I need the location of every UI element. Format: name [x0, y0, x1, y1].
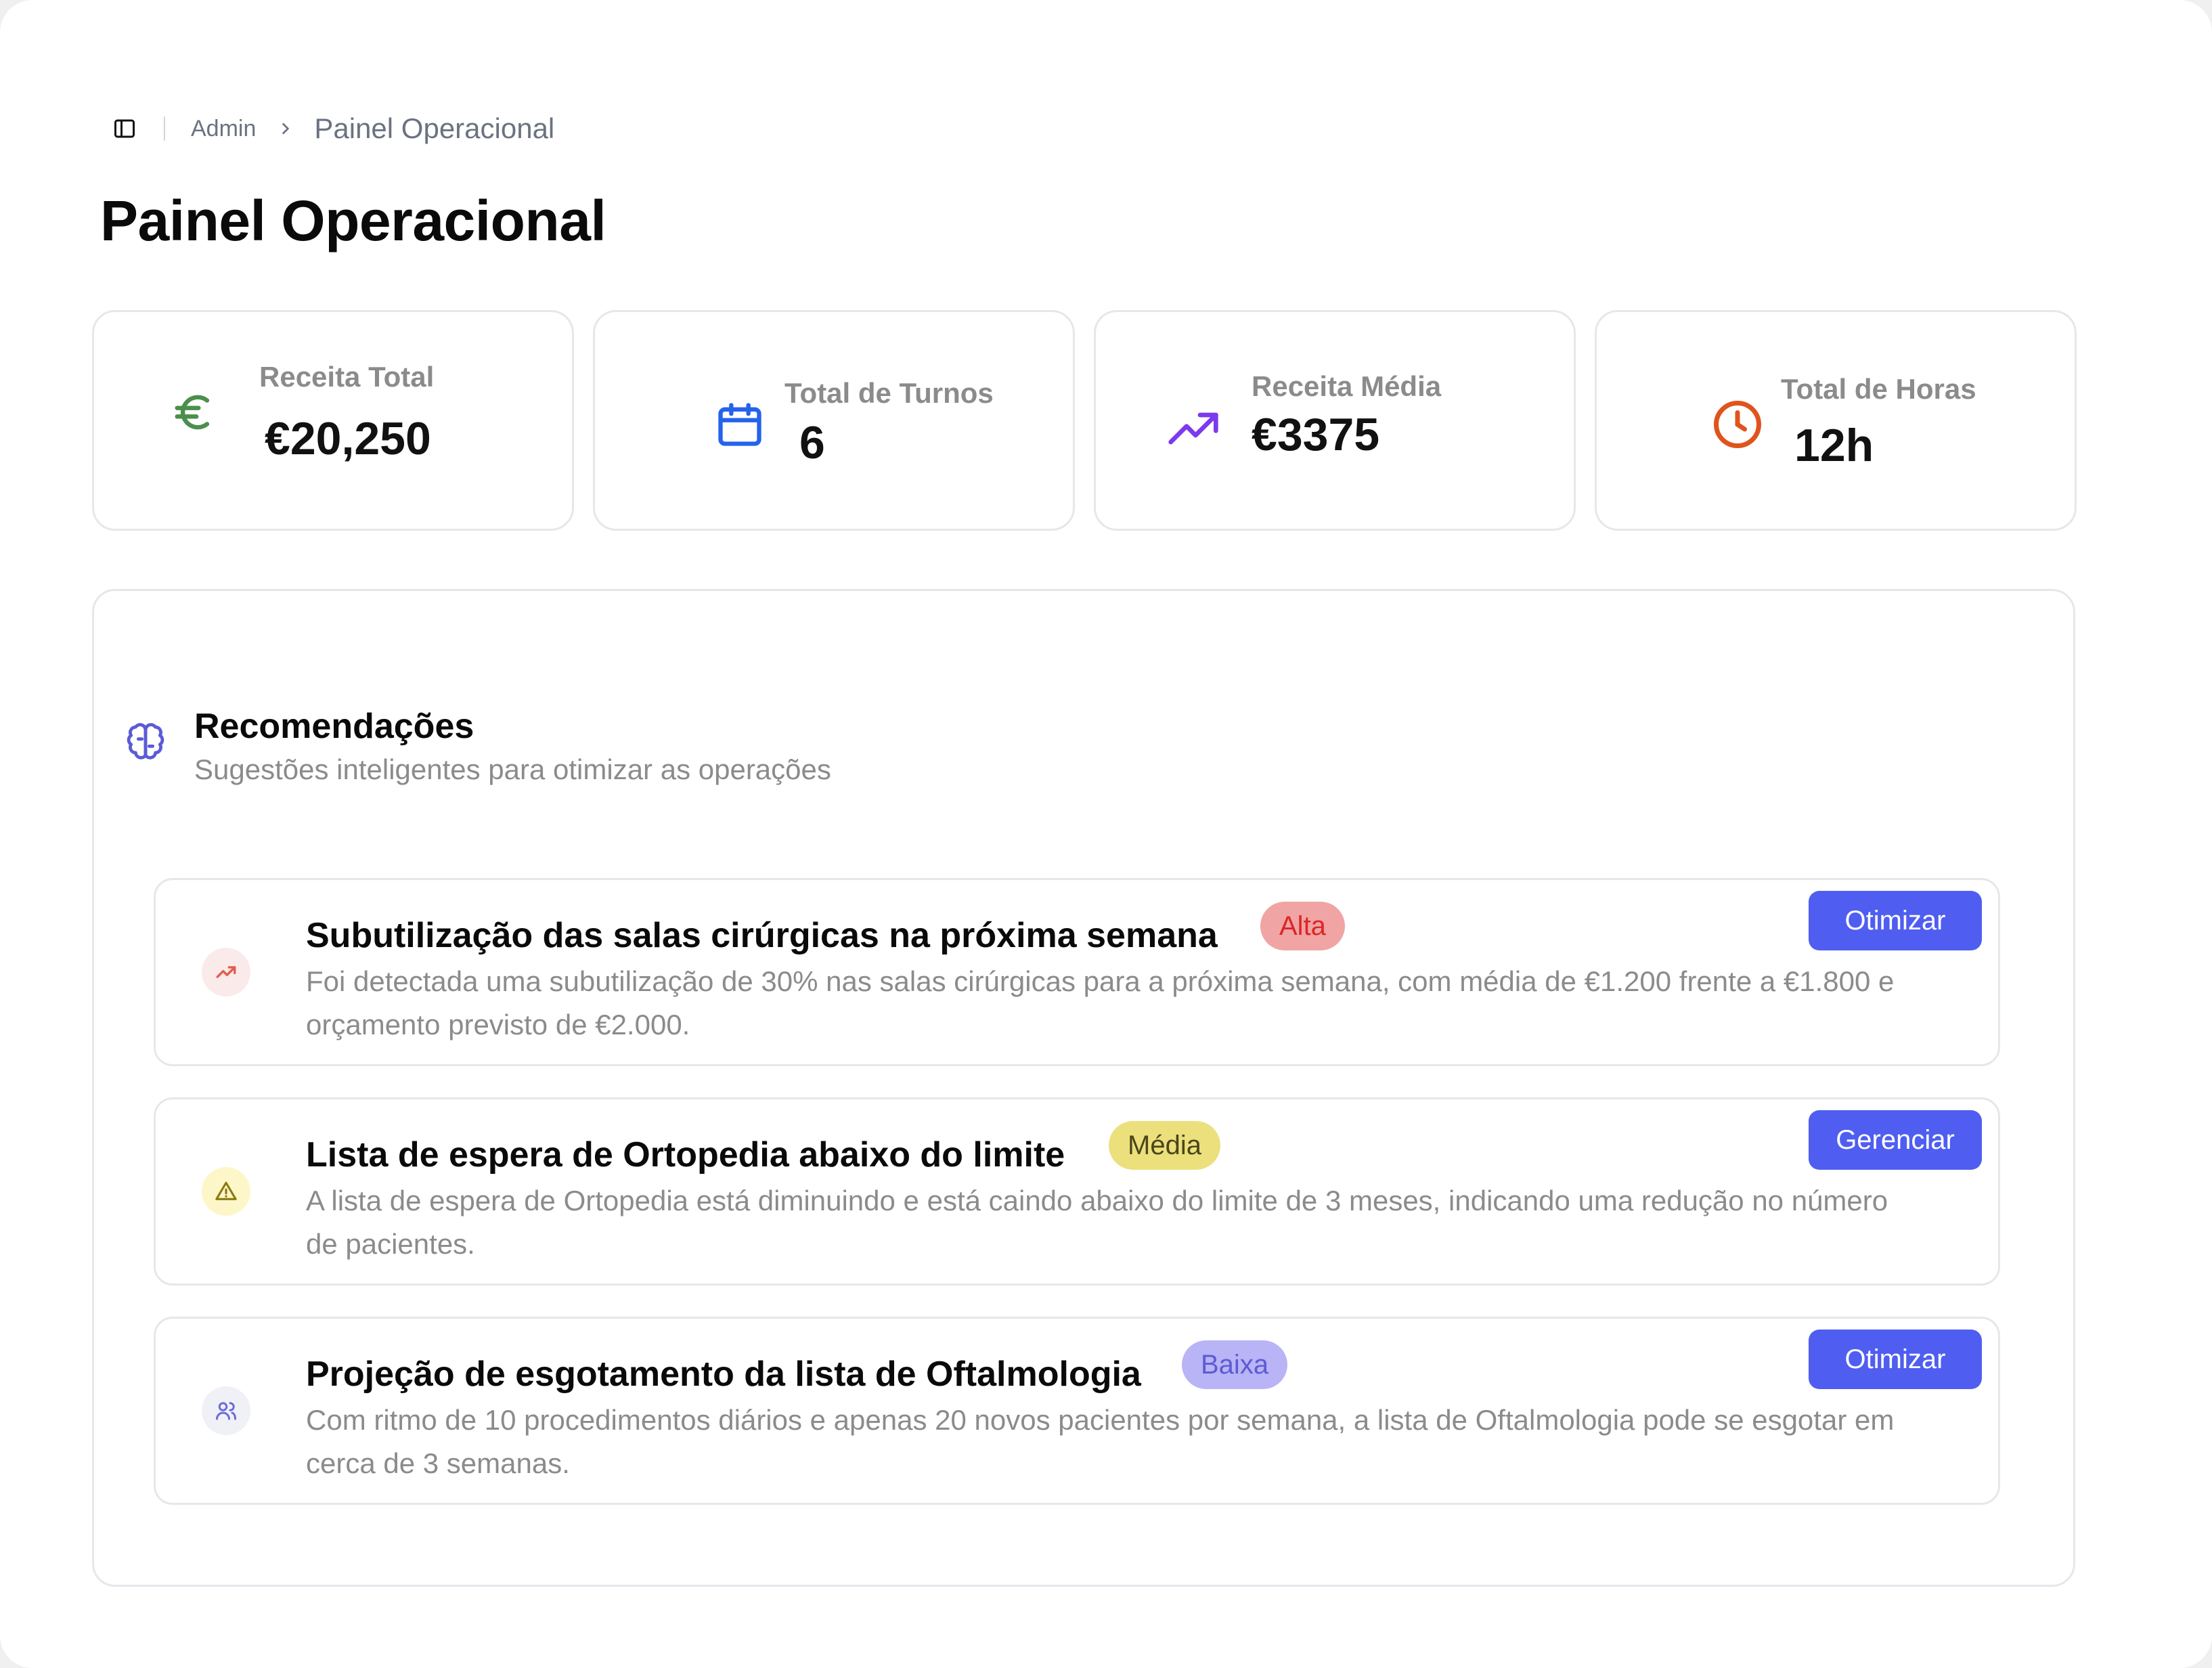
warning-icon [202, 1167, 250, 1216]
recommendation-title: Projeção de esgotamento da lista de Ofta… [306, 1355, 1141, 1394]
page: Admin Painel Operacional Painel Operacio… [0, 0, 2212, 1668]
breadcrumb-link-admin[interactable]: Admin [191, 116, 256, 142]
stat-label: Receita Total [259, 361, 435, 393]
stat-label: Total de Turnos [784, 377, 994, 409]
recommendations-subtitle: Sugestões inteligentes para otimizar as … [194, 753, 831, 785]
recommendation-title: Lista de espera de Ortopedia abaixo do l… [306, 1135, 1065, 1175]
optimize-button[interactable]: Otimizar [1809, 1330, 1982, 1389]
priority-badge-medium: Média [1109, 1121, 1220, 1170]
trending-up-icon [1166, 401, 1220, 459]
breadcrumb: Admin Painel Operacional [111, 108, 554, 149]
stat-card-total-horas: Total de Horas 12h [1595, 310, 2077, 531]
recommendation-title: Subutilização das salas cirúrgicas na pr… [306, 916, 1218, 955]
page-title: Painel Operacional [100, 189, 606, 253]
stat-value: 12h [1794, 420, 1874, 471]
stat-card-receita-media: Receita Média €3375 [1094, 310, 1576, 531]
recommendation-item: Projeção de esgotamento da lista de Ofta… [154, 1317, 2000, 1505]
recommendation-item: Subutilização das salas cirúrgicas na pr… [154, 878, 2000, 1066]
euro-icon [169, 387, 220, 441]
recommendations-panel: Recomendações Sugestões inteligentes par… [92, 589, 2075, 1587]
stat-value: €20,250 [265, 413, 431, 464]
priority-badge-low: Baixa [1182, 1340, 1288, 1389]
optimize-button[interactable]: Otimizar [1809, 891, 1982, 950]
trending-up-icon [202, 948, 250, 996]
manage-button[interactable]: Gerenciar [1809, 1110, 1982, 1170]
breadcrumb-current: Painel Operacional [314, 112, 555, 144]
breadcrumb-separator [164, 116, 165, 141]
stat-card-total-turnos: Total de Turnos 6 [593, 310, 1075, 531]
sidebar-toggle-icon[interactable] [111, 115, 138, 142]
stat-value: 6 [799, 417, 825, 468]
clock-icon [1709, 396, 1766, 456]
brain-icon [124, 721, 167, 768]
calendar-icon [714, 399, 766, 454]
recommendations-title: Recomendações [194, 707, 474, 746]
recommendation-description: Foi detectada uma subutilização de 30% n… [306, 965, 1895, 1040]
stat-card-receita-total: Receita Total €20,250 [92, 310, 574, 531]
stat-label: Total de Horas [1781, 373, 1976, 405]
priority-badge-high: Alta [1260, 902, 1345, 950]
users-icon [202, 1386, 250, 1435]
recommendation-description: A lista de espera de Ortopedia está dimi… [306, 1185, 1888, 1260]
stat-value: €3375 [1252, 409, 1380, 460]
recommendation-item: Lista de espera de Ortopedia abaixo do l… [154, 1097, 2000, 1286]
recommendation-description: Com ritmo de 10 procedimentos diários e … [306, 1404, 1895, 1479]
chevron-right-icon [276, 120, 294, 137]
stat-label: Receita Média [1252, 370, 1442, 402]
